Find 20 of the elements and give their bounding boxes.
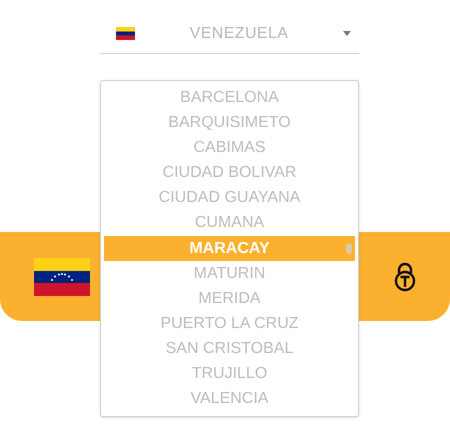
lock-icon [394,262,416,292]
city-option[interactable]: MATURIN [104,261,355,286]
city-option[interactable]: MARACAY [104,236,355,262]
country-select[interactable]: VENEZUELA [100,14,359,54]
city-option[interactable]: TRUJILLO [104,362,355,387]
city-option[interactable]: MERIDA [104,286,355,312]
city-option[interactable]: CUMANA [104,210,355,236]
select-value: VENEZUELA [188,24,290,44]
scroll-thumb[interactable] [346,242,352,254]
city-option[interactable]: SAN CRISTOBAL [104,336,355,362]
city-option[interactable]: CABIMAS [104,135,355,160]
city-option[interactable]: CIUDAD BOLIVAR [104,160,355,186]
flag-icon [116,27,135,40]
city-option[interactable]: BARCELONA [104,84,355,110]
caret-icon [343,31,351,36]
city-option[interactable]: BARQUISIMETO [104,110,355,136]
city-option[interactable]: PUERTO LA CRUZ [104,311,355,337]
city-option[interactable]: CIUDAD GUAYANA [104,186,355,211]
flag-icon [34,258,90,296]
city-option[interactable]: VALENCIA [104,386,355,412]
